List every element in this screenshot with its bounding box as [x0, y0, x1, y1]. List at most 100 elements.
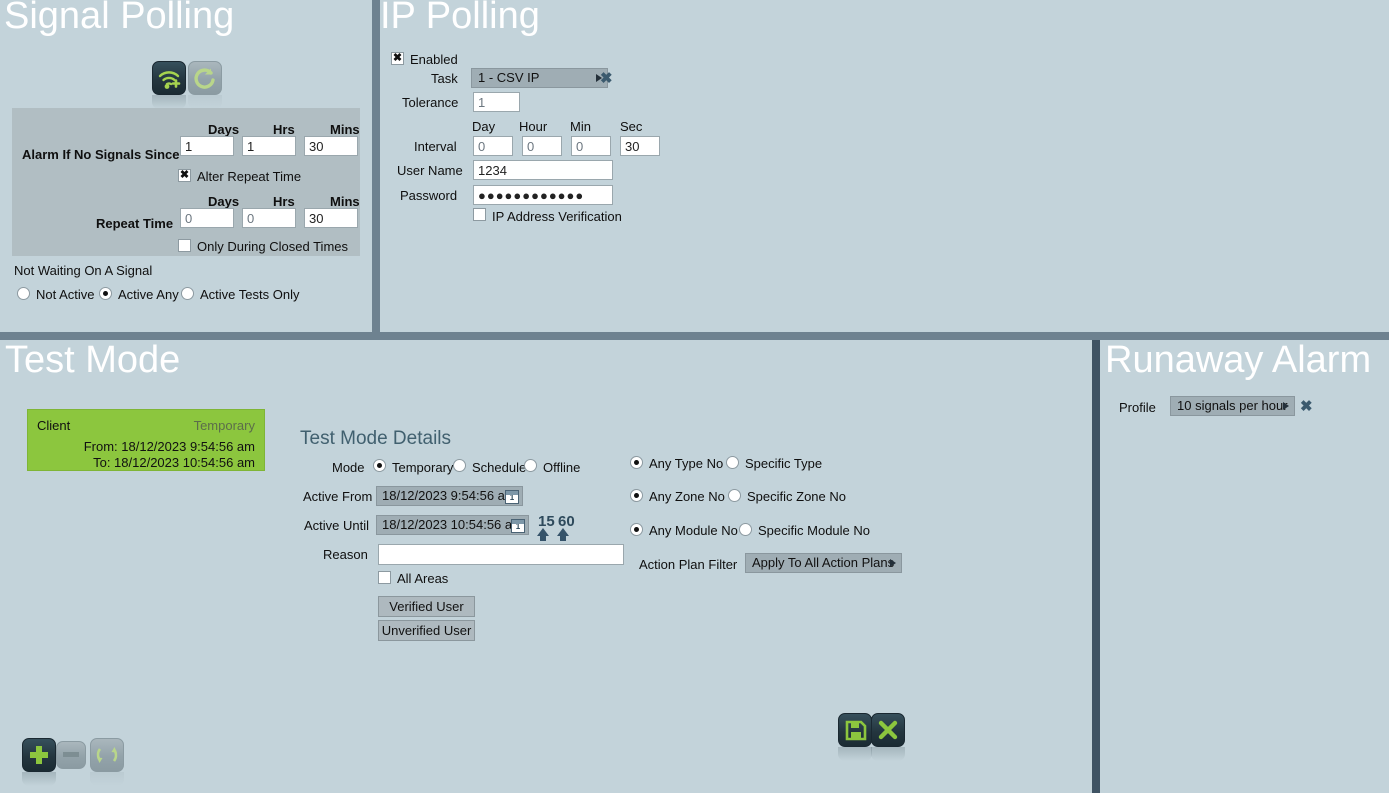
radio-specific-module-no[interactable]	[739, 523, 752, 536]
task-clear-icon[interactable]: ✖	[600, 71, 613, 86]
add-15-minutes-arrow-icon[interactable]	[537, 528, 549, 541]
profile-dropdown-value: 10 signals per hour	[1177, 398, 1288, 413]
day-header: Day	[472, 119, 496, 134]
chevron-right-icon	[890, 559, 896, 567]
radio-specific-zone-no[interactable]	[728, 489, 741, 502]
signal-polling-title: Signal Polling	[4, 0, 235, 37]
radio-mode-temporary[interactable]	[373, 459, 386, 472]
add-icon[interactable]	[22, 738, 56, 772]
profile-dropdown[interactable]: 10 signals per hour	[1170, 396, 1295, 416]
repeat-days-input[interactable]	[180, 208, 234, 228]
cancel-icon-reflection	[871, 747, 905, 761]
reason-input[interactable]	[378, 544, 624, 565]
radio-specific-type-label: Specific Type	[745, 456, 823, 471]
ip-enabled-label: Enabled	[410, 52, 458, 67]
interval-sec-input[interactable]	[620, 136, 660, 156]
cancel-icon[interactable]	[871, 713, 905, 747]
remove-icon	[56, 741, 86, 769]
days-header-1: Days	[208, 122, 240, 137]
radio-any-type-no[interactable]	[630, 456, 643, 469]
repeat-mins-input[interactable]	[304, 208, 358, 228]
chevron-right-icon	[1283, 402, 1289, 410]
action-plan-filter-dropdown[interactable]: Apply To All Action Plans	[745, 553, 902, 573]
only-during-closed-times-checkbox[interactable]: ✖	[178, 239, 191, 252]
action-plan-filter-value: Apply To All Action Plans	[752, 555, 895, 570]
hrs-header-2: Hrs	[273, 194, 295, 209]
save-icon[interactable]	[838, 713, 872, 747]
radio-specific-type[interactable]	[726, 456, 739, 469]
radio-active-any-label: Active Any	[118, 287, 179, 302]
add-60-minutes-label[interactable]: 60	[558, 514, 575, 529]
ip-address-verification-checkbox[interactable]: ✖	[473, 208, 486, 221]
active-from-field[interactable]: 18/12/2023 9:54:56 am 1	[376, 486, 523, 506]
alter-repeat-time-checkbox[interactable]: ✖	[178, 169, 191, 182]
not-waiting-on-signal-label: Not Waiting On A Signal	[14, 263, 153, 278]
tolerance-input[interactable]	[473, 92, 520, 112]
interval-label: Interval	[414, 139, 457, 154]
panel-divider	[1092, 340, 1100, 793]
all-areas-label: All Areas	[397, 571, 449, 586]
ip-enabled-checkbox[interactable]: ✖	[391, 52, 404, 65]
active-from-label: Active From	[303, 489, 373, 504]
radio-any-zone-no[interactable]	[630, 489, 643, 502]
password-label: Password	[400, 188, 458, 203]
signal-timing-group: Days Hrs Mins Alarm If No Signals Since …	[12, 108, 360, 256]
mode-label: Mode	[332, 460, 365, 475]
radio-mode-schedule[interactable]	[453, 459, 466, 472]
all-areas-checkbox[interactable]: ✖	[378, 571, 391, 584]
active-until-field[interactable]: 18/12/2023 10:54:56 am 1	[376, 515, 529, 535]
unverified-user-button[interactable]: Unverified User	[378, 620, 475, 641]
client-card-from: From: 18/12/2023 9:54:56 am	[83, 439, 255, 454]
interval-min-input[interactable]	[571, 136, 611, 156]
mins-header-1: Mins	[330, 122, 360, 137]
radio-active-tests-only[interactable]	[181, 287, 194, 300]
radio-any-module-no[interactable]	[630, 523, 643, 536]
radio-mode-offline-label: Offline	[543, 460, 581, 475]
repeat-time-label: Repeat Time	[96, 216, 174, 231]
add-signal-icon[interactable]	[152, 61, 186, 95]
interval-hour-input[interactable]	[522, 136, 562, 156]
repeat-hrs-input[interactable]	[242, 208, 296, 228]
alarm-mins-input[interactable]	[304, 136, 358, 156]
active-until-value: 18/12/2023 10:54:56 am	[382, 517, 523, 532]
verified-user-button[interactable]: Verified User	[378, 596, 475, 617]
days-header-2: Days	[208, 194, 240, 209]
user-name-label: User Name	[397, 163, 463, 178]
ip-polling-panel: IP Polling ✖ Enabled Task 1 - CSV IP ✖ T…	[380, 0, 1389, 332]
add-15-minutes-label[interactable]: 15	[538, 514, 555, 529]
radio-any-zone-no-label: Any Zone No	[649, 489, 725, 504]
radio-active-tests-only-label: Active Tests Only	[200, 287, 300, 302]
radio-active-any[interactable]	[99, 287, 112, 300]
alter-repeat-time-label: Alter Repeat Time	[197, 169, 302, 184]
task-dropdown-value: 1 - CSV IP	[478, 70, 540, 85]
radio-specific-zone-no-label: Specific Zone No	[747, 489, 846, 504]
action-plan-filter-label: Action Plan Filter	[639, 557, 738, 572]
radio-not-active[interactable]	[17, 287, 30, 300]
active-until-label: Active Until	[304, 518, 370, 533]
alarm-if-no-signals-since-label: Alarm If No Signals Since	[22, 147, 180, 162]
task-label: Task	[431, 71, 458, 86]
runaway-alarm-title: Runaway Alarm	[1105, 340, 1372, 381]
client-card[interactable]: Client Temporary From: 18/12/2023 9:54:5…	[27, 409, 265, 471]
add-60-minutes-arrow-icon[interactable]	[557, 528, 569, 541]
user-name-input[interactable]	[473, 160, 613, 180]
task-dropdown[interactable]: 1 - CSV IP	[471, 68, 608, 88]
only-during-closed-times-label: Only During Closed Times	[197, 239, 348, 254]
signal-polling-panel: Signal Polling Days Hrs Mins Alarm If No…	[0, 0, 372, 332]
alarm-days-input[interactable]	[180, 136, 234, 156]
radio-mode-offline[interactable]	[524, 459, 537, 472]
profile-clear-icon[interactable]: ✖	[1300, 399, 1313, 414]
runaway-alarm-panel: Runaway Alarm Profile 10 signals per hou…	[1100, 340, 1389, 793]
alarm-hrs-input[interactable]	[242, 136, 296, 156]
ip-polling-title: IP Polling	[380, 0, 540, 37]
calendar-icon[interactable]: 1	[505, 490, 519, 504]
password-input[interactable]	[473, 185, 613, 205]
client-card-name: Client	[37, 418, 71, 433]
tolerance-label: Tolerance	[402, 95, 459, 110]
interval-day-input[interactable]	[473, 136, 513, 156]
undo-icon-reflection	[188, 95, 222, 109]
mins-header-2: Mins	[330, 194, 360, 209]
min-header: Min	[570, 119, 591, 134]
calendar-icon[interactable]: 1	[511, 519, 525, 533]
client-card-type: Temporary	[193, 418, 255, 433]
